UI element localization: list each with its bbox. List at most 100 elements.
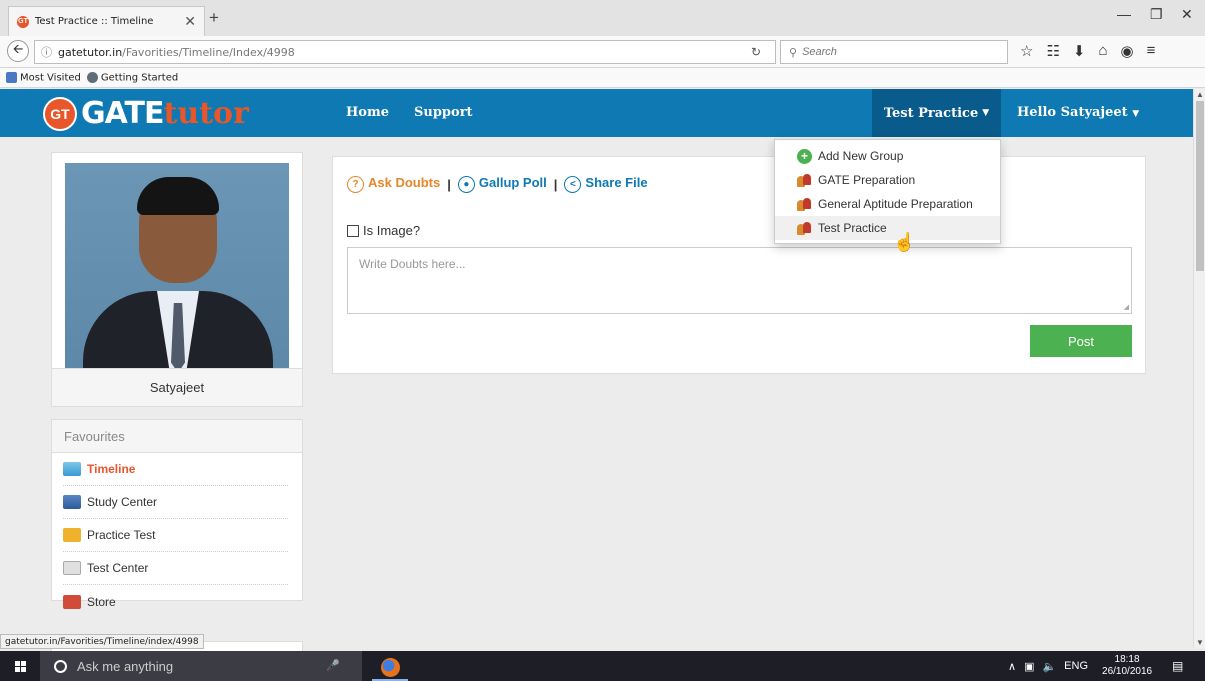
nav-support[interactable]: Support — [414, 105, 473, 120]
doubts-placeholder: Write Doubts here... — [359, 257, 466, 271]
scroll-thumb[interactable] — [1196, 101, 1204, 271]
dropdown-item-test-practice[interactable]: Test Practice — [775, 216, 1000, 240]
firefox-taskbar-button[interactable] — [372, 655, 408, 681]
reload-icon[interactable]: ↻ — [751, 45, 761, 59]
back-icon[interactable]: 🡨 — [7, 40, 29, 62]
nav-test-practice[interactable]: Test Practice ▼ — [872, 89, 1001, 137]
fav-item-timeline[interactable]: Timeline — [63, 453, 288, 486]
bookmark-label: Most Visited — [20, 72, 81, 84]
pocket-icon[interactable]: ◉ — [1121, 42, 1134, 60]
share-file-link[interactable]: < Share File — [564, 175, 648, 193]
fav-item-label: Practice Test — [87, 528, 156, 542]
url-bar[interactable]: ⓘ gatetutor.in/Favorities/Timeline/Index… — [34, 40, 776, 64]
resize-grip-icon[interactable]: ◢ — [1124, 303, 1129, 311]
browser-tab-bar: GT Test Practice :: Timeline ✕ + — ❐ ✕ — [0, 0, 1205, 36]
new-tab-button[interactable]: + — [209, 8, 219, 28]
cortana-text: Ask me anything — [77, 658, 174, 674]
profile-card: Satyajeet — [51, 152, 303, 407]
home-icon[interactable]: ⌂ — [1098, 42, 1107, 60]
separator: | — [447, 176, 451, 192]
page-scrollbar[interactable]: ▲ ▼ — [1193, 89, 1205, 648]
timeline-icon — [63, 462, 81, 476]
info-icon[interactable]: ⓘ — [41, 44, 52, 60]
firefox-icon — [380, 657, 400, 677]
system-tray: ∧ ▣ 🔈 ENG 18:18 26/10/2016 — [1008, 651, 1152, 681]
doubts-textarea[interactable]: Write Doubts here... ◢ — [347, 247, 1132, 314]
tab-title: Test Practice :: Timeline — [35, 16, 154, 27]
fav-item-practice-test[interactable]: Practice Test — [63, 519, 288, 552]
notifications-icon[interactable]: ▤ — [1172, 659, 1183, 673]
fav-item-label: Test Center — [87, 561, 149, 575]
site-header: GT GATE tutor Home Support Test Practice… — [0, 89, 1193, 137]
language-indicator[interactable]: ENG — [1064, 660, 1088, 672]
checkbox-box[interactable] — [347, 224, 359, 237]
is-image-checkbox[interactable]: Is Image? — [347, 223, 420, 238]
fav-item-test-center[interactable]: Test Center — [63, 552, 288, 585]
fav-item-label: Timeline — [87, 462, 136, 476]
bookmark-label: Getting Started — [100, 72, 179, 84]
toolbar-icons: ☆ ☷ ⬇ ⌂ ◉ ≡ — [1020, 42, 1155, 60]
gallup-poll-link[interactable]: ● Gallup Poll — [457, 175, 547, 193]
add-icon: + — [797, 148, 812, 164]
nav-user-label: Hello Satyajeet — [1017, 105, 1128, 120]
test-practice-dropdown: + Add New Group GATE Preparation General… — [774, 139, 1001, 244]
chevron-up-icon[interactable]: ∧ — [1008, 660, 1016, 673]
browser-search-input[interactable]: ⚲ Search — [780, 40, 1008, 64]
dropdown-item-label: Add New Group — [818, 149, 904, 163]
clock-time: 18:18 — [1114, 654, 1140, 665]
scroll-up-icon[interactable]: ▲ — [1196, 90, 1204, 99]
share-icon: < — [564, 176, 582, 193]
volume-icon[interactable]: 🔈 — [1042, 660, 1056, 673]
favourites-list: Timeline Study Center Practice Test Test… — [52, 453, 302, 618]
scroll-down-icon[interactable]: ▼ — [1196, 638, 1204, 647]
minimize-icon[interactable]: — — [1117, 6, 1131, 22]
bookmark-getting-started[interactable]: Getting Started — [86, 71, 179, 84]
bookmark-most-visited[interactable]: Most Visited — [6, 71, 81, 84]
post-actions: ? Ask Doubts | ● Gallup Poll | < Share File — [347, 175, 648, 193]
nav-test-practice-label: Test Practice — [883, 105, 979, 121]
restore-icon[interactable]: ❐ — [1150, 6, 1163, 23]
reading-list-icon[interactable]: ☷ — [1046, 42, 1059, 60]
profile-name[interactable]: Satyajeet — [52, 368, 302, 406]
clock-date: 26/10/2016 — [1102, 666, 1153, 677]
dropdown-item-add-group[interactable]: + Add New Group — [775, 144, 1000, 168]
download-icon[interactable]: ⬇ — [1073, 42, 1086, 60]
search-placeholder: Search — [802, 46, 837, 58]
bookmarks-bar: Most Visited Getting Started — [0, 68, 1205, 88]
dropdown-item-general-aptitude[interactable]: General Aptitude Preparation — [775, 192, 1000, 216]
is-image-label: Is Image? — [363, 223, 421, 238]
clock[interactable]: 18:18 26/10/2016 — [1102, 654, 1152, 678]
start-button[interactable] — [8, 651, 32, 681]
globe-icon — [86, 71, 98, 83]
post-button[interactable]: Post — [1030, 325, 1132, 357]
window-close-icon[interactable]: ✕ — [1181, 6, 1193, 23]
nav-user-menu[interactable]: Hello Satyajeet ▼ — [1017, 105, 1139, 120]
network-icon[interactable]: ▣ — [1024, 660, 1034, 673]
test-center-icon — [63, 561, 81, 575]
browser-tab[interactable]: GT Test Practice :: Timeline ✕ — [8, 6, 205, 36]
fav-item-store[interactable]: Store — [63, 585, 288, 618]
group-icon — [797, 197, 812, 211]
ask-doubts-link[interactable]: ? Ask Doubts — [347, 175, 440, 193]
star-icon[interactable]: ☆ — [1020, 42, 1033, 60]
caret-down-icon: ▼ — [1132, 109, 1140, 119]
site-logo[interactable]: GT GATE tutor — [43, 96, 249, 131]
menu-icon[interactable]: ≡ — [1147, 42, 1156, 60]
microphone-icon[interactable]: 🎤 — [326, 659, 340, 672]
profile-photo[interactable] — [65, 163, 289, 368]
tab-close-icon[interactable]: ✕ — [184, 13, 196, 30]
logo-badge: GT — [43, 96, 77, 131]
favourites-panel: Favourites Timeline Study Center Practic… — [51, 419, 303, 609]
fav-item-label: Study Center — [87, 495, 158, 509]
hand-cursor-icon: ☝ — [893, 232, 916, 252]
cortana-icon — [54, 659, 67, 673]
cortana-search[interactable]: Ask me anything 🎤 — [40, 651, 362, 681]
taskbar: Ask me anything 🎤 ∧ ▣ 🔈 ENG 18:18 26/10/… — [0, 651, 1205, 681]
dropdown-item-gate-preparation[interactable]: GATE Preparation — [775, 168, 1000, 192]
nav-home[interactable]: Home — [346, 105, 389, 120]
dropdown-item-label: Test Practice — [818, 221, 887, 235]
gatetutor-favicon: GT — [17, 15, 29, 28]
fav-item-study-center[interactable]: Study Center — [63, 486, 288, 519]
browser-nav-bar: 🡨 ⓘ gatetutor.in/Favorities/Timeline/Ind… — [0, 36, 1205, 68]
url-path: /Favorities/Timeline/Index/4998 — [122, 45, 295, 59]
